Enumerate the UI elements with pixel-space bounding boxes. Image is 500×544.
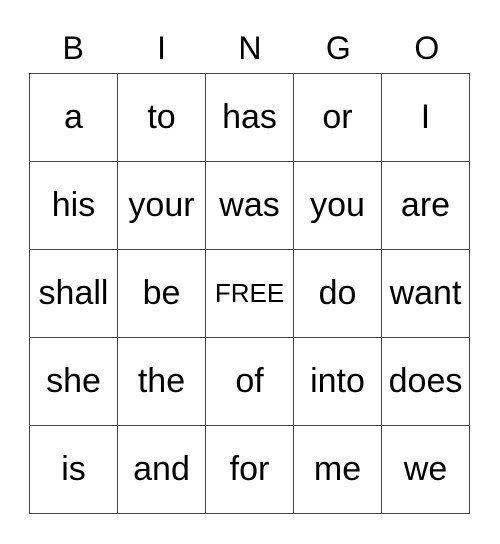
card-row: a to has or I: [29, 73, 470, 162]
card-cell: be: [117, 249, 206, 338]
card-row: his your was you are: [29, 161, 470, 250]
card-cell: has: [205, 73, 294, 162]
header-letter: I: [157, 30, 167, 66]
header-letter: N: [238, 30, 262, 66]
card-row: shall be FREE do want: [29, 249, 470, 338]
card-cell: of: [205, 337, 294, 426]
bingo-card: a to has or I his your was you are shall…: [29, 73, 470, 514]
card-cell: your: [117, 161, 206, 250]
card-cell: into: [293, 337, 382, 426]
card-cell: want: [381, 249, 470, 338]
card-row: is and for me we: [29, 425, 470, 514]
card-cell: a: [29, 73, 118, 162]
header-letter: B: [62, 30, 84, 66]
card-cell: she: [29, 337, 118, 426]
bingo-header: B I N G O: [29, 28, 471, 68]
card-cell: and: [117, 425, 206, 514]
card-cell: are: [381, 161, 470, 250]
card-cell: shall: [29, 249, 118, 338]
header-letter: O: [414, 30, 440, 66]
card-cell: do: [293, 249, 382, 338]
header-letter: G: [325, 30, 351, 66]
card-cell: to: [117, 73, 206, 162]
free-space-cell: FREE: [205, 249, 294, 338]
card-row: she the of into does: [29, 337, 470, 426]
card-cell: his: [29, 161, 118, 250]
card-cell: you: [293, 161, 382, 250]
card-cell: was: [205, 161, 294, 250]
card-cell: me: [293, 425, 382, 514]
card-cell: or: [293, 73, 382, 162]
card-cell: does: [381, 337, 470, 426]
card-cell: I: [381, 73, 470, 162]
card-cell: is: [29, 425, 118, 514]
card-cell: the: [117, 337, 206, 426]
card-cell: we: [381, 425, 470, 514]
card-cell: for: [205, 425, 294, 514]
